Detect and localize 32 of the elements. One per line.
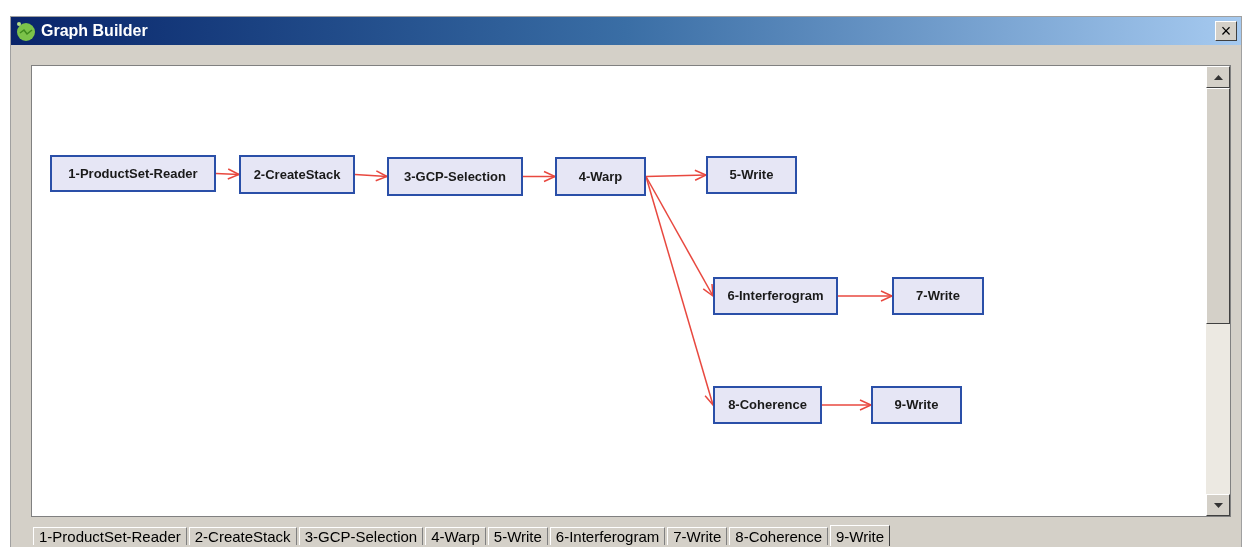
graph-node[interactable]: 6-Interferogram (713, 277, 838, 315)
arrow (837, 290, 894, 302)
graph-node[interactable]: 7-Write (892, 277, 984, 315)
scroll-up-button[interactable] (1206, 66, 1230, 88)
close-button[interactable]: × (1215, 21, 1237, 41)
scroll-thumb[interactable] (1206, 88, 1230, 324)
graph-node[interactable]: 2-CreateStack (239, 155, 355, 194)
down-arrow-icon (1213, 502, 1223, 508)
tab[interactable]: 3-GCP-Selection (298, 527, 424, 545)
arrow (522, 170, 557, 183)
tab[interactable]: 7-Write (667, 527, 728, 545)
arrow (821, 399, 873, 411)
graph-node[interactable]: 5-Write (706, 156, 797, 194)
arrow (215, 168, 241, 180)
window-title: Graph Builder (41, 21, 148, 41)
arrow (354, 170, 389, 182)
scrollbar[interactable] (1206, 66, 1230, 516)
app-icon (15, 20, 37, 42)
graph-node[interactable]: 8-Coherence (713, 386, 822, 424)
tab[interactable]: 5-Write (487, 527, 548, 545)
tab[interactable]: 9-Write (830, 525, 891, 546)
up-arrow-icon (1213, 74, 1223, 80)
graph-node[interactable]: 9-Write (871, 386, 962, 424)
tab[interactable]: 1-ProductSet-Reader (33, 527, 187, 545)
tab[interactable]: 2-CreateStack (188, 527, 297, 545)
graph-node[interactable]: 3-GCP-Selection (387, 157, 523, 196)
scroll-down-button[interactable] (1206, 494, 1230, 516)
tab[interactable]: 6-Interferogram (549, 527, 666, 545)
tab[interactable]: 4-Warp (425, 527, 486, 545)
tab[interactable]: 8-Coherence (729, 527, 828, 545)
graph-node[interactable]: 4-Warp (555, 157, 646, 196)
graph-node[interactable]: 1-ProductSet-Reader (50, 155, 216, 192)
